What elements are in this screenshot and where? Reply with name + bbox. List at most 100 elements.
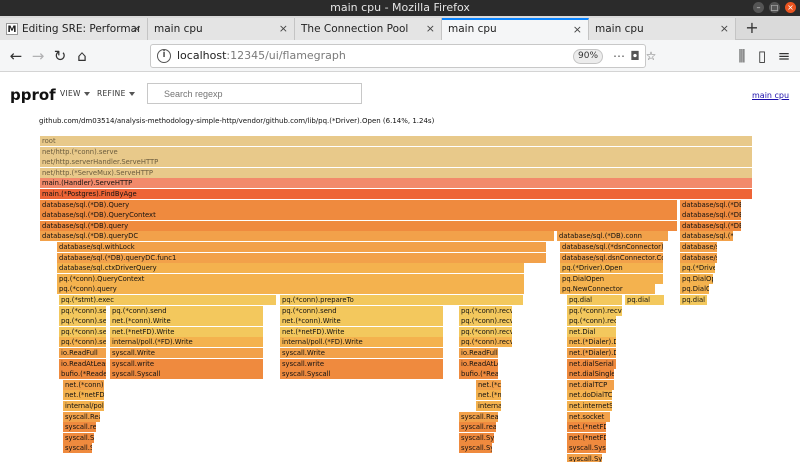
flame-frame[interactable]: pq.NewConnector: [560, 284, 656, 295]
flame-frame[interactable]: database/sql.(*DB).Query: [40, 199, 678, 210]
flame-frame[interactable]: database/sql.withLock: [57, 242, 547, 252]
url-bar[interactable]: i localhost:12345/ui/flamegraph 90% ⋯ ◘ …: [150, 44, 656, 68]
flame-frame[interactable]: syscall.Read: [459, 411, 499, 422]
flame-frame[interactable]: pq.(*conn).send: [110, 305, 264, 316]
tab-main-cpu-3[interactable]: main cpu ×: [589, 18, 736, 40]
flame-frame[interactable]: database/sql.(*DB).conn: [680, 231, 734, 242]
flame-frame[interactable]: database/sql.(*dsnConnector).Connect: [680, 242, 718, 252]
flame-frame[interactable]: net.(*netFD).dial: [567, 422, 607, 433]
close-tab-icon[interactable]: ×: [573, 20, 582, 39]
flame-frame[interactable]: bufio.(*Reader).Read: [59, 369, 107, 380]
flame-frame[interactable]: syscall.Syscall: [459, 432, 495, 443]
flame-frame[interactable]: pq.(*conn).send: [59, 316, 107, 327]
maximize-icon[interactable]: □: [769, 2, 780, 13]
flame-frame[interactable]: net.(*conn).Read: [63, 379, 105, 390]
flame-frame[interactable]: pq.(*conn).query: [57, 284, 525, 295]
flame-frame[interactable]: database/sql.(*DB).Query: [680, 199, 742, 210]
flame-frame[interactable]: net.dialSerial: [567, 358, 617, 369]
flame-frame[interactable]: syscall.Syscall: [110, 369, 264, 380]
view-menu-button[interactable]: VIEW: [60, 89, 90, 98]
flame-frame[interactable]: syscall.Syscall: [567, 454, 603, 462]
minimize-icon[interactable]: –: [753, 2, 764, 13]
bookmark-star-icon[interactable]: ☆: [643, 48, 659, 64]
flame-frame[interactable]: pq.(*conn).send: [280, 305, 444, 316]
flame-frame[interactable]: syscall.Syscall: [63, 432, 95, 443]
flame-frame[interactable]: internal/poll.(*FD).Write: [280, 337, 444, 348]
flame-frame[interactable]: pq.DialOpen: [680, 273, 714, 284]
flame-frame[interactable]: pq.dial: [567, 295, 623, 305]
flame-frame[interactable]: internal/poll.(*FD).Read: [476, 401, 502, 411]
flame-graph[interactable]: root net/http.(*conn).serve net/http.serve…: [0, 130, 800, 462]
flame-frame[interactable]: database/sql.(*DB).queryDC: [40, 231, 555, 242]
flame-frame[interactable]: database/sql.dsnConnector.Connect: [560, 252, 664, 263]
close-tab-icon[interactable]: ×: [279, 18, 288, 40]
hamburger-menu-icon[interactable]: ≡: [774, 46, 794, 66]
flame-frame[interactable]: syscall.Syscall: [567, 443, 607, 454]
flame-frame[interactable]: net/http.(*conn).serve: [40, 146, 753, 157]
flame-frame[interactable]: pq.(*conn).recvMessage: [459, 316, 513, 327]
flame-frame[interactable]: net.doDialTCP: [567, 390, 613, 401]
flame-frame[interactable]: net/http.serverHandler.ServeHTTP: [40, 157, 753, 168]
flame-frame[interactable]: pq.(*conn).send: [59, 326, 107, 337]
flame-frame[interactable]: net.internetSocket: [567, 401, 613, 411]
flame-frame[interactable]: net.Dial: [567, 326, 617, 337]
flame-frame[interactable]: bufio.(*Reader).Read: [459, 369, 499, 380]
flame-frame[interactable]: pq.DialOpen: [680, 284, 710, 295]
flame-frame[interactable]: pq.(*stmt).exec: [59, 295, 277, 305]
flame-frame[interactable]: io.ReadFull: [59, 348, 107, 358]
flame-frame[interactable]: syscall.Write: [280, 348, 444, 358]
flame-frame[interactable]: io.ReadFull: [459, 348, 499, 358]
flame-frame[interactable]: pq.dial: [680, 295, 708, 305]
flame-frame[interactable]: io.ReadAtLeast: [59, 358, 107, 369]
flame-frame[interactable]: net.dialTCP: [567, 379, 615, 390]
close-window-icon[interactable]: ×: [785, 2, 796, 13]
forward-icon[interactable]: →: [28, 46, 48, 66]
flame-frame[interactable]: syscall.Syscall: [63, 443, 93, 454]
library-icon[interactable]: ⫼: [732, 46, 752, 66]
tab-main-cpu-1[interactable]: main cpu ×: [148, 18, 295, 40]
flame-frame[interactable]: net.(*netFD).Read: [63, 390, 105, 401]
flame-frame[interactable]: syscall.Syscall: [280, 369, 444, 380]
flame-frame[interactable]: net.(*Dialer).Dial: [567, 337, 617, 348]
flame-frame[interactable]: database/sql.(*DB).QueryContext: [40, 210, 678, 221]
home-icon[interactable]: ⌂: [72, 46, 92, 66]
flame-frame[interactable]: syscall.Write: [110, 348, 264, 358]
flame-frame[interactable]: net.(*conn).Read: [476, 379, 502, 390]
flame-frame[interactable]: database/sql.(*DB).query: [680, 220, 742, 231]
back-icon[interactable]: ←: [6, 46, 26, 66]
url-text[interactable]: localhost:12345/ui/flamegraph: [177, 49, 346, 62]
flame-frame[interactable]: net.(*netFD).connect: [567, 432, 607, 443]
tab-main-cpu-active[interactable]: main cpu ×: [442, 18, 589, 40]
sidebar-icon[interactable]: ▯: [752, 46, 772, 66]
flame-frame[interactable]: pq.(*conn).QueryContext: [57, 273, 525, 284]
profile-link[interactable]: main cpu: [752, 91, 789, 100]
flame-frame[interactable]: pq.DialOpen: [560, 273, 664, 284]
flame-frame[interactable]: net.(*netFD).Write: [110, 326, 264, 337]
tab-editing-sre[interactable]: M Editing SRE: Performanc ×: [0, 18, 148, 40]
flame-frame[interactable]: syscall.write: [110, 358, 264, 369]
flame-frame[interactable]: internal/poll.(*FD).Read: [63, 401, 105, 411]
flame-frame[interactable]: net.(*Dialer).DialContext: [567, 348, 617, 358]
flame-frame[interactable]: pq.(*conn).prepareTo: [280, 295, 524, 305]
close-tab-icon[interactable]: ×: [426, 18, 435, 40]
flame-frame[interactable]: database/sql.(*DB).conn: [557, 231, 669, 242]
flame-frame[interactable]: pq.(*conn).recv1: [567, 305, 623, 316]
flame-frame[interactable]: pq.(*conn).recvMessage: [459, 326, 513, 337]
flame-frame[interactable]: pq.(*conn).send: [59, 305, 107, 316]
refine-menu-button[interactable]: REFINE: [97, 89, 135, 98]
flame-frame[interactable]: pq.(*conn).recvMessage: [459, 337, 513, 348]
flame-frame[interactable]: pq.dial: [625, 295, 665, 305]
flame-frame[interactable]: internal/poll.(*FD).Write: [110, 337, 264, 348]
flame-frame[interactable]: database/sql.(*DB).queryDC.func1: [57, 252, 547, 263]
tab-connection-pool[interactable]: The Connection Pool ×: [295, 18, 442, 40]
flame-frame[interactable]: syscall.Read: [63, 411, 101, 422]
flame-frame[interactable]: net.(*netFD).Read: [476, 390, 502, 401]
page-actions-icon[interactable]: ⋯: [611, 48, 627, 64]
zoom-level-badge[interactable]: 90%: [573, 49, 604, 64]
flame-frame[interactable]: io.ReadAtLeast: [459, 358, 499, 369]
close-tab-icon[interactable]: ×: [132, 18, 141, 40]
flame-frame[interactable]: net.(*conn).Write: [280, 316, 444, 327]
flame-frame[interactable]: syscall.Syscall: [459, 443, 493, 454]
flame-frame[interactable]: pq.(*Driver).Open: [560, 263, 664, 274]
site-info-icon[interactable]: i: [157, 49, 171, 63]
